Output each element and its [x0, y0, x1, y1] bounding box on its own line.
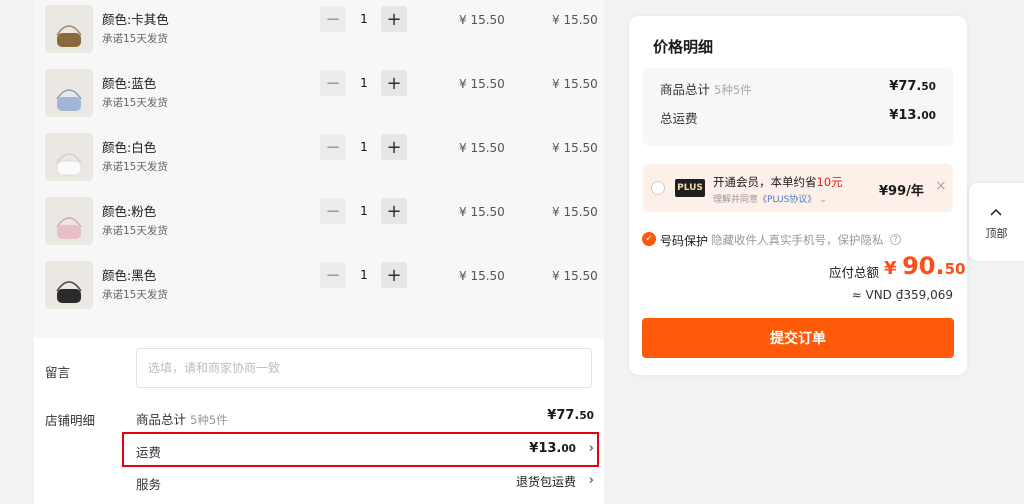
chevron-right-icon[interactable]: ›: [589, 441, 594, 456]
item-shipping-promise: 承诺15天发货: [102, 225, 168, 237]
goods-count: 5种5件: [190, 413, 228, 427]
shipping-label: 运费: [136, 445, 162, 460]
price-card-title: 价格明细: [653, 38, 714, 56]
vnd-conversion: ≈ VND ₫359,069: [851, 288, 953, 302]
remark-label: 留言: [45, 365, 71, 380]
unit-price: ¥ 15.50: [459, 77, 505, 91]
product-thumbnail[interactable]: [45, 133, 93, 181]
list-item: 颜色:粉色 承诺15天发货 − 1 + ¥ 15.50 ¥ 15.50: [34, 192, 604, 256]
item-name: 颜色:蓝色: [102, 76, 157, 91]
back-to-top-button[interactable]: 顶部: [969, 183, 1024, 261]
product-thumbnail[interactable]: [45, 5, 93, 53]
list-item: 颜色:蓝色 承诺15天发货 − 1 + ¥ 15.50 ¥ 15.50: [34, 64, 604, 128]
price-summary: 商品总计 5种5件 ¥77.50 总运费 ¥13.00: [643, 68, 953, 146]
close-icon[interactable]: ×: [935, 178, 947, 194]
plus-logo: PLUS: [675, 179, 705, 197]
bag-image-icon: [45, 197, 93, 245]
item-subtotal: ¥ 15.50: [552, 13, 598, 27]
price-shipping-value: ¥13.00: [889, 108, 936, 123]
qty-decrease-button[interactable]: −: [320, 134, 346, 160]
price-goods-value: ¥77.50: [889, 79, 936, 94]
help-icon[interactable]: ?: [890, 234, 901, 245]
product-thumbnail[interactable]: [45, 261, 93, 309]
total-label: 应付总额: [829, 265, 880, 280]
qty-value[interactable]: 1: [354, 203, 374, 218]
price-shipping-row: 总运费 ¥13.00: [660, 106, 936, 126]
qty-value[interactable]: 1: [354, 139, 374, 154]
list-item: 颜色:白色 承诺15天发货 − 1 + ¥ 15.50 ¥ 15.50: [34, 128, 604, 192]
goods-total-label: 商品总计: [136, 412, 187, 427]
plus-agreement-link[interactable]: 《PLUS协议》: [758, 195, 816, 205]
store-shipping-row[interactable]: 运费 ¥13.00 ›: [136, 439, 594, 461]
qty-increase-button[interactable]: +: [381, 198, 407, 224]
chevron-up-icon: [990, 208, 1002, 216]
store-detail-label: 店铺明细: [45, 413, 96, 428]
protect-title: 号码保护: [660, 234, 709, 248]
service-value: 退货包运费: [515, 475, 576, 489]
service-label: 服务: [136, 477, 162, 492]
item-subtotal: ¥ 15.50: [552, 205, 598, 219]
qty-decrease-button[interactable]: −: [320, 70, 346, 96]
plus-agreement: 理解并同意《PLUS协议》 ⌄: [713, 195, 827, 205]
bag-image-icon: [45, 133, 93, 181]
check-icon[interactable]: ✓: [642, 232, 656, 246]
cart-panel: 颜色:卡其色 承诺15天发货 − 1 + ¥ 15.50 ¥ 15.50 颜色:…: [34, 0, 604, 504]
list-item: 颜色:卡其色 承诺15天发货 − 1 + ¥ 15.50 ¥ 15.50: [34, 0, 604, 64]
item-subtotal: ¥ 15.50: [552, 141, 598, 155]
qty-increase-button[interactable]: +: [381, 6, 407, 32]
price-shipping-label: 总运费: [660, 111, 698, 126]
qty-value[interactable]: 1: [354, 75, 374, 90]
qty-value[interactable]: 1: [354, 267, 374, 282]
plus-membership-offer: PLUS 开通会员，本单约省10元 理解并同意《PLUS协议》 ⌄ ¥99/年 …: [643, 164, 953, 212]
plus-price: ¥99/年: [879, 184, 924, 199]
price-goods-label: 商品总计: [660, 82, 711, 97]
chevron-right-icon[interactable]: ›: [589, 473, 594, 488]
qty-decrease-button[interactable]: −: [320, 262, 346, 288]
plus-offer-text: 开通会员，本单约省10元: [713, 175, 843, 189]
protect-desc: 隐藏收件人真实手机号，保护隐私: [711, 233, 884, 247]
submit-order-button[interactable]: 提交订单: [642, 318, 954, 358]
store-goods-total-row: 商品总计 5种5件 ¥77.50: [136, 406, 594, 428]
chevron-down-icon[interactable]: ⌄: [819, 195, 827, 205]
item-subtotal: ¥ 15.50: [552, 269, 598, 283]
item-subtotal: ¥ 15.50: [552, 77, 598, 91]
total-amount: ¥ 90.50: [884, 252, 966, 280]
item-name: 颜色:卡其色: [102, 12, 169, 27]
list-item: 颜色:黑色 承诺15天发货 − 1 + ¥ 15.50 ¥ 15.50: [34, 256, 604, 320]
back-to-top-label: 顶部: [985, 227, 1008, 240]
product-thumbnail[interactable]: [45, 69, 93, 117]
store-service-row[interactable]: 服务 退货包运费 ›: [136, 471, 594, 493]
item-name: 颜色:黑色: [102, 268, 157, 283]
unit-price: ¥ 15.50: [459, 13, 505, 27]
item-name: 颜色:白色: [102, 140, 157, 155]
bag-image-icon: [45, 261, 93, 309]
goods-total-value: ¥77.50: [547, 408, 594, 423]
bag-image-icon: [45, 5, 93, 53]
price-detail-card: 价格明细 商品总计 5种5件 ¥77.50 总运费 ¥13.00 PLUS 开通…: [629, 16, 967, 375]
shipping-value: ¥13.00: [529, 441, 576, 456]
item-shipping-promise: 承诺15天发货: [102, 97, 168, 109]
unit-price: ¥ 15.50: [459, 269, 505, 283]
number-protection: ✓ 号码保护 隐藏收件人真实手机号，保护隐私 ?: [642, 231, 962, 249]
item-shipping-promise: 承诺15天发货: [102, 33, 168, 45]
plus-radio[interactable]: [651, 181, 665, 195]
qty-increase-button[interactable]: +: [381, 262, 407, 288]
unit-price: ¥ 15.50: [459, 205, 505, 219]
product-thumbnail[interactable]: [45, 197, 93, 245]
qty-increase-button[interactable]: +: [381, 134, 407, 160]
remark-input[interactable]: [136, 348, 592, 388]
item-name: 颜色:粉色: [102, 204, 157, 219]
price-goods-row: 商品总计 5种5件 ¥77.50: [660, 77, 936, 97]
unit-price: ¥ 15.50: [459, 141, 505, 155]
item-shipping-promise: 承诺15天发货: [102, 289, 168, 301]
item-shipping-promise: 承诺15天发货: [102, 161, 168, 173]
bag-image-icon: [45, 69, 93, 117]
qty-increase-button[interactable]: +: [381, 70, 407, 96]
qty-decrease-button[interactable]: −: [320, 198, 346, 224]
qty-decrease-button[interactable]: −: [320, 6, 346, 32]
qty-value[interactable]: 1: [354, 11, 374, 26]
price-goods-count: 5种5件: [714, 83, 752, 97]
item-list: 颜色:卡其色 承诺15天发货 − 1 + ¥ 15.50 ¥ 15.50 颜色:…: [34, 0, 604, 338]
